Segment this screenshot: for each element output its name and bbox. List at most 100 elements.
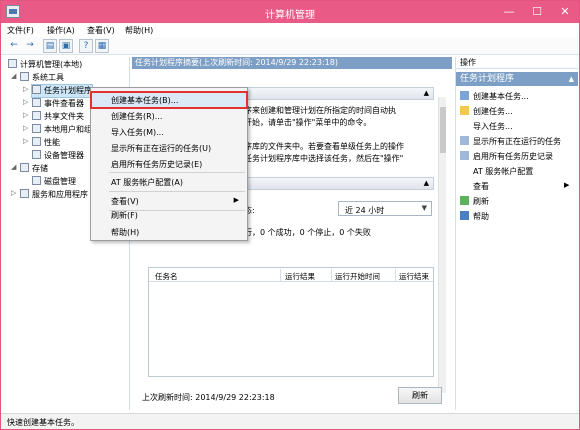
forward-arrow-icon: → — [26, 40, 34, 50]
status-bar: 快速创建基本任务。 — [1, 413, 579, 429]
back-button[interactable]: ← — [7, 39, 21, 53]
overview-text-3: 序库的文件夹中。若要查看单级任务上的操作 — [244, 142, 404, 151]
ctx-refresh[interactable]: 刷新(F) — [91, 207, 247, 223]
ctx-help[interactable]: 帮助(H) — [91, 224, 247, 240]
disk-icon — [32, 176, 41, 185]
ctx-create-basic-task[interactable]: 创建基本任务(B)... — [90, 91, 248, 109]
tree-device-manager[interactable]: 设备管理器 — [32, 150, 84, 162]
help-button[interactable]: ? — [79, 39, 93, 53]
actions-pane: 操作 任务计划程序 ▲ 创建基本任务... 创建任务... 导入任务... 显示所… — [455, 57, 578, 410]
create-task-icon — [460, 106, 469, 115]
chevron-down-icon: ▼ — [421, 204, 427, 212]
scrollbar-thumb[interactable] — [440, 107, 446, 153]
tree-local-users[interactable]: ▷ 本地用户和组 — [23, 124, 92, 136]
tools-icon — [20, 72, 29, 81]
tree-services-apps[interactable]: ▷ 服务和应用程序 — [11, 189, 88, 201]
column-task-name[interactable]: 任务名 — [155, 271, 178, 282]
refresh-icon — [460, 196, 469, 205]
expand-icon[interactable]: ▷ — [11, 189, 16, 197]
expand-icon[interactable]: ▷ — [23, 85, 28, 93]
menu-view[interactable]: 查看(V) — [87, 25, 115, 36]
menu-divider — [109, 191, 245, 192]
tree-root[interactable]: 计算机管理(本地) — [8, 59, 82, 71]
maximize-button[interactable]: ☐ — [523, 1, 551, 23]
computer-icon — [8, 59, 17, 68]
refresh-button[interactable]: 刷新 — [398, 387, 442, 404]
console-tree-icon: ▣ — [61, 41, 71, 51]
column-run-result[interactable]: 运行结果 — [285, 271, 315, 282]
task-status-table: 任务名 运行结果 运行开始时间 运行结束 — [148, 267, 434, 377]
toolbar: ← → ▤ ▣ ? ▦ — [1, 37, 579, 55]
action-pane-icon: ▦ — [97, 41, 107, 51]
summary-header: 任务计划程序摘要(上次刷新时间: 2014/9/29 22:23:18) — [132, 57, 452, 69]
services-icon — [20, 189, 29, 198]
collapse-icon[interactable]: ◢ — [11, 163, 16, 171]
show-hide-action-pane-button[interactable]: ▦ — [95, 39, 109, 53]
blank-icon — [460, 181, 469, 190]
action-view[interactable]: 查看 ▶ — [460, 181, 569, 193]
menu-help[interactable]: 帮助(H) — [125, 25, 153, 36]
close-button[interactable]: ✕ — [551, 1, 579, 23]
help-icon: ? — [83, 41, 89, 51]
action-help[interactable]: 帮助 — [460, 211, 489, 223]
menu-file[interactable]: 文件(F) — [7, 25, 34, 36]
overview-text-1: 序来创建和管理计划在所指定的时间自动执 — [244, 106, 396, 115]
create-basic-task-icon — [460, 91, 469, 100]
action-create-task[interactable]: 创建任务... — [460, 106, 513, 118]
clock-icon — [32, 85, 41, 94]
actions-header: 操作 — [456, 57, 578, 69]
performance-icon — [32, 137, 41, 146]
menu-divider — [109, 172, 245, 173]
folder-icon: ▤ — [45, 41, 55, 51]
tree-storage[interactable]: ◢ 存储 — [11, 163, 48, 175]
tree-performance[interactable]: ▷ 性能 — [23, 137, 60, 149]
event-viewer-icon — [32, 98, 41, 107]
overview-text-2: 开始，请单击"操作"菜单中的命令。 — [244, 118, 372, 127]
action-import-task[interactable]: 导入任务... — [460, 121, 513, 133]
tree-task-scheduler[interactable]: ▷ 任务计划程序 — [23, 84, 93, 98]
tree-event-viewer[interactable]: ▷ 事件查看器 — [23, 98, 84, 110]
action-create-basic-task[interactable]: 创建基本任务... — [460, 91, 529, 103]
action-refresh[interactable]: 刷新 — [460, 196, 489, 208]
tree-shared-folders[interactable]: ▷ 共享文件夹 — [23, 111, 84, 123]
expand-icon[interactable]: ▷ — [23, 124, 28, 132]
ctx-at-service-config[interactable]: AT 服务帐户配置(A) — [91, 174, 247, 190]
blank-icon — [460, 121, 469, 130]
back-arrow-icon: ← — [10, 40, 18, 50]
forward-button[interactable]: → — [23, 39, 37, 53]
ctx-show-running-tasks[interactable]: 显示所有正在运行的任务(U) — [91, 140, 247, 156]
context-menu: 创建基本任务(B)... 创建任务(R)... 导入任务(M)... 显示所有正… — [90, 87, 248, 241]
table-header: 任务名 运行结果 运行开始时间 运行结束 — [149, 268, 433, 282]
column-run-end[interactable]: 运行结束 — [399, 271, 429, 282]
actions-section-task-scheduler[interactable]: 任务计划程序 ▲ — [456, 72, 578, 86]
expand-icon[interactable]: ▷ — [23, 98, 28, 106]
folder-up-button[interactable]: ▤ — [43, 39, 57, 53]
ctx-create-task[interactable]: 创建任务(R)... — [91, 108, 247, 124]
running-tasks-icon — [460, 136, 469, 145]
action-enable-history[interactable]: 启用所有任务历史记录 — [460, 151, 553, 163]
minimize-button[interactable]: — — [495, 1, 523, 23]
menu-action[interactable]: 操作(A) — [47, 25, 75, 36]
tree-system-tools[interactable]: ◢ 系统工具 — [11, 72, 64, 84]
menu-bar: 文件(F) 操作(A) 查看(V) 帮助(H) — [1, 23, 579, 37]
show-hide-tree-button[interactable]: ▣ — [59, 39, 73, 53]
collapse-icon[interactable]: ▲ — [424, 89, 429, 97]
ctx-import-task[interactable]: 导入任务(M)... — [91, 124, 247, 140]
action-show-running-tasks[interactable]: 显示所有正在运行的任务 — [460, 136, 561, 148]
time-range-select[interactable]: 近 24 小时 ▼ — [338, 201, 432, 216]
title-bar[interactable]: 计算机管理 — ☐ ✕ — [1, 1, 579, 23]
action-at-service-config[interactable]: AT 服务帐户配置 — [460, 166, 533, 178]
history-icon — [460, 151, 469, 160]
collapse-icon[interactable]: ◢ — [11, 72, 16, 80]
submenu-arrow-icon: ▶ — [233, 196, 239, 204]
ctx-enable-history[interactable]: 启用所有任务历史记录(E) — [91, 156, 247, 172]
vertical-scrollbar[interactable] — [438, 97, 446, 393]
expand-icon[interactable]: ▷ — [23, 111, 28, 119]
tree-disk-management[interactable]: 磁盘管理 — [32, 176, 76, 188]
expand-icon[interactable]: ▷ — [23, 137, 28, 145]
collapse-icon[interactable]: ▲ — [569, 72, 574, 86]
collapse-icon[interactable]: ▲ — [424, 179, 429, 187]
column-run-start[interactable]: 运行开始时间 — [335, 271, 380, 282]
shared-folder-icon — [32, 111, 41, 120]
status-text: 快速创建基本任务。 — [7, 418, 79, 427]
